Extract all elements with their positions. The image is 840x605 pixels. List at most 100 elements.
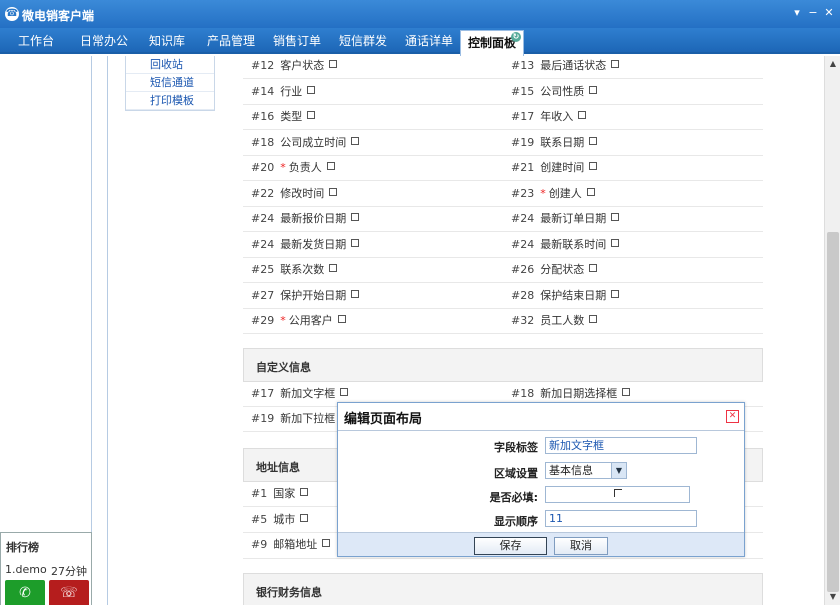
required-checkbox-field[interactable]: [545, 486, 690, 503]
field-item[interactable]: #12 客户状态: [251, 56, 338, 76]
field-item[interactable]: #13 最后通话状态: [511, 56, 620, 76]
edit-icon[interactable]: [329, 187, 338, 196]
field-number: #17: [251, 387, 275, 400]
field-number: #12: [251, 59, 275, 72]
edit-icon[interactable]: [351, 289, 360, 298]
field-item[interactable]: #21 创建时间: [511, 158, 598, 178]
row-divider: [243, 78, 763, 79]
tab-knowledge[interactable]: 知识库: [140, 28, 194, 54]
hangup-button[interactable]: ☏: [49, 580, 89, 605]
submenu-recycle-bin[interactable]: 回收站: [126, 56, 214, 74]
area-setting-select[interactable]: 基本信息 ▼: [545, 462, 627, 479]
field-item[interactable]: #1 国家: [251, 484, 309, 504]
close-icon[interactable]: ✕: [726, 410, 739, 423]
section-custom-title: 自定义信息: [256, 361, 311, 374]
menu-dropdown-icon[interactable]: ▾: [790, 6, 804, 20]
field-item[interactable]: #14 行业: [251, 82, 316, 102]
field-item[interactable]: #23 * 创建人: [511, 184, 595, 204]
scrollbar-thumb[interactable]: [827, 232, 839, 592]
row-divider: [243, 129, 763, 130]
edit-icon[interactable]: [340, 388, 349, 396]
tab-daily-office[interactable]: 日常办公: [72, 28, 136, 54]
field-item[interactable]: #24 最新联系时间: [511, 235, 620, 255]
section-bank-info: 银行财务信息: [243, 573, 763, 605]
area-setting-label: 区域设置: [494, 467, 538, 480]
field-item[interactable]: #9 邮箱地址: [251, 535, 331, 555]
edit-icon[interactable]: [307, 111, 316, 119]
edit-icon[interactable]: [329, 60, 338, 68]
field-item[interactable]: #29 * 公用客户: [251, 311, 346, 331]
tab-sms[interactable]: 短信群发: [332, 28, 394, 54]
field-item[interactable]: #25 联系次数: [251, 260, 338, 280]
edit-icon[interactable]: [611, 60, 620, 68]
field-item[interactable]: #16 类型: [251, 107, 316, 127]
required-marker: *: [540, 186, 546, 200]
tab-sales-orders[interactable]: 销售订单: [266, 28, 328, 54]
field-item[interactable]: #24 最新报价日期: [251, 209, 360, 229]
field-item[interactable]: #15 公司性质: [511, 82, 598, 102]
edit-icon[interactable]: [307, 85, 316, 94]
field-label-input[interactable]: 新加文字框: [545, 437, 697, 454]
phone-logo-icon: ☎: [5, 7, 19, 21]
close-window-icon[interactable]: ✕: [822, 6, 836, 20]
field-item[interactable]: #17 年收入: [511, 107, 587, 127]
field-item[interactable]: #26 分配状态: [511, 260, 598, 280]
field-item[interactable]: #28 保护结束日期: [511, 286, 620, 306]
field-item[interactable]: #19 新加下拉框: [251, 409, 335, 429]
edit-icon[interactable]: [611, 213, 620, 221]
refresh-icon[interactable]: ↻: [511, 32, 521, 42]
edit-icon[interactable]: [329, 264, 338, 272]
edit-icon[interactable]: [589, 136, 598, 145]
field-item[interactable]: #20 * 负责人: [251, 158, 335, 178]
tab-control-panel[interactable]: 控制面板 ↻: [460, 30, 524, 56]
edit-icon[interactable]: [337, 315, 346, 323]
minimize-icon[interactable]: −: [806, 6, 820, 20]
field-number: #22: [251, 186, 275, 200]
edit-icon[interactable]: [351, 136, 360, 145]
edit-icon[interactable]: [300, 488, 309, 496]
field-number: #5: [251, 513, 268, 526]
edit-icon[interactable]: [322, 539, 331, 547]
phone-call-icon: ✆: [19, 585, 31, 601]
tab-products[interactable]: 产品管理: [200, 28, 262, 54]
submenu-sms-channel[interactable]: 短信通道: [126, 74, 214, 92]
app-title: 微电销客户端: [22, 9, 95, 23]
field-item[interactable]: #19 联系日期: [511, 133, 598, 153]
scroll-up-icon[interactable]: ▲: [828, 59, 838, 69]
field-item[interactable]: #5 城市: [251, 510, 309, 530]
tab-workbench[interactable]: 工作台: [8, 28, 64, 54]
field-item[interactable]: #22 修改时间: [251, 184, 338, 204]
edit-icon[interactable]: [589, 85, 598, 94]
edit-icon[interactable]: [611, 289, 620, 298]
edit-icon[interactable]: [586, 187, 595, 196]
cancel-button[interactable]: 取消: [554, 537, 608, 555]
tab-call-records[interactable]: 通话详单: [398, 28, 460, 54]
edit-icon[interactable]: [589, 264, 598, 272]
edit-icon[interactable]: [589, 162, 598, 170]
field-item[interactable]: #27 保护开始日期: [251, 286, 360, 306]
field-item[interactable]: #17 新加文字框: [251, 384, 349, 404]
edit-icon[interactable]: [611, 238, 620, 247]
edit-icon[interactable]: [622, 388, 631, 396]
submenu-print-template[interactable]: 打印模板: [126, 92, 214, 110]
edit-icon[interactable]: [351, 238, 360, 247]
field-item[interactable]: #24 最新发货日期: [251, 235, 360, 255]
edit-icon[interactable]: [589, 315, 598, 323]
save-button[interactable]: 保存: [474, 537, 547, 555]
field-item[interactable]: #32 员工人数: [511, 311, 598, 331]
edit-icon[interactable]: [326, 162, 335, 170]
call-button[interactable]: ✆: [5, 580, 45, 605]
field-item[interactable]: #18 新加日期选择框: [511, 384, 631, 404]
checkbox-icon[interactable]: [614, 489, 622, 497]
required-label: 是否必填:: [489, 491, 538, 504]
field-label: 新加文字框: [280, 387, 336, 400]
display-order-input[interactable]: 11: [545, 510, 697, 527]
field-item[interactable]: #24 最新订单日期: [511, 209, 620, 229]
edit-icon[interactable]: [351, 213, 360, 221]
edit-icon[interactable]: [300, 514, 309, 522]
field-item[interactable]: #18 公司成立时间: [251, 133, 360, 153]
vertical-scrollbar[interactable]: ▲ ▼: [824, 56, 840, 605]
edit-icon[interactable]: [578, 111, 587, 119]
chevron-down-icon[interactable]: ▼: [611, 463, 626, 478]
scroll-down-icon[interactable]: ▼: [828, 592, 838, 602]
